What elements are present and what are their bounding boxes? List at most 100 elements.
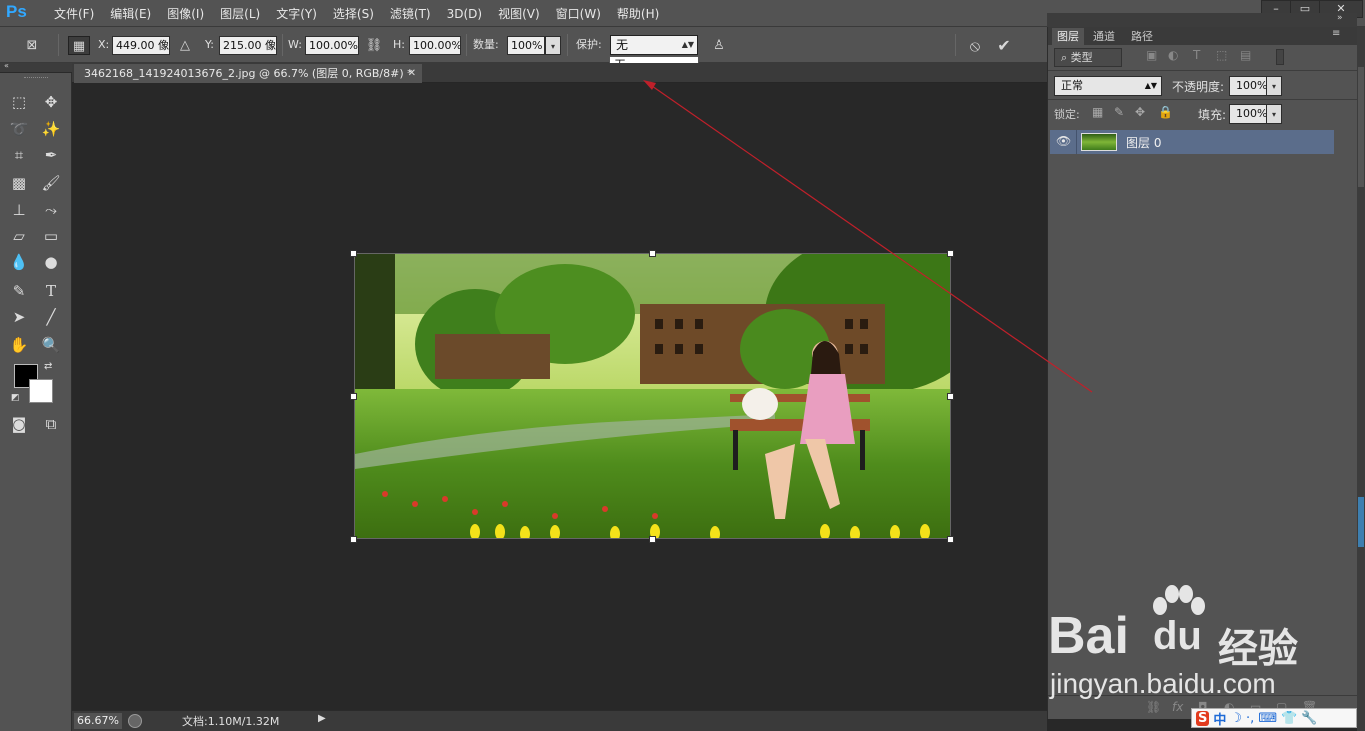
blur-tool-icon[interactable]: 💧: [8, 251, 30, 273]
opacity-field[interactable]: 100%: [1229, 76, 1267, 96]
background-color-swatch[interactable]: [29, 379, 53, 403]
width-field[interactable]: 100.00%: [305, 36, 359, 55]
path-selection-tool-icon[interactable]: ➤: [8, 306, 30, 328]
layer-name[interactable]: 图层 0: [1126, 134, 1161, 151]
tab-paths[interactable]: 路径: [1126, 28, 1158, 45]
lock-pixels-icon[interactable]: ✎: [1114, 105, 1124, 119]
lasso-tool-icon[interactable]: ➰: [8, 118, 30, 140]
brush-tool-icon[interactable]: 🖌: [40, 172, 62, 194]
reference-point-grid-icon[interactable]: ▦: [68, 36, 90, 55]
magic-wand-tool-icon[interactable]: ✨: [40, 118, 62, 140]
quick-mask-icon[interactable]: ◙: [8, 413, 30, 435]
swap-colors-icon[interactable]: ⇄: [44, 361, 52, 372]
transform-handle-top-right[interactable]: [947, 250, 954, 257]
crop-tool-icon[interactable]: ⌗: [8, 144, 30, 166]
fill-dropdown-arrow-icon[interactable]: ▾: [1266, 104, 1282, 124]
panel-menu-icon[interactable]: ≡: [1332, 28, 1340, 39]
cancel-transform-icon[interactable]: ⦸: [964, 36, 986, 55]
tab-layers[interactable]: 图层: [1052, 28, 1084, 45]
transform-handle-middle-right[interactable]: [947, 393, 954, 400]
y-position-field[interactable]: 215.00 像: [219, 36, 277, 55]
ime-language-toggle[interactable]: 中: [1213, 709, 1226, 728]
pen-tool-icon[interactable]: ✎: [8, 280, 30, 302]
clone-stamp-tool-icon[interactable]: ⊥: [8, 199, 30, 221]
filter-shape-icon[interactable]: ⬚: [1216, 48, 1227, 62]
dodge-tool-icon[interactable]: ●: [40, 251, 62, 273]
dock-scrollbar[interactable]: [1358, 67, 1364, 187]
menu-layer[interactable]: 图层(L): [212, 5, 268, 22]
eyedropper-tool-icon[interactable]: ✒: [40, 144, 62, 166]
menu-file[interactable]: 文件(F): [46, 5, 102, 22]
marquee-tool-icon[interactable]: ⬚: [8, 91, 30, 113]
hand-tool-icon[interactable]: ✋: [8, 334, 30, 356]
line-tool-icon[interactable]: ╱: [40, 306, 62, 328]
puppet-warp-tool-icon[interactable]: ⊠: [20, 36, 44, 55]
menu-window[interactable]: 窗口(W): [548, 5, 609, 22]
amount-dropdown-arrow-icon[interactable]: ▾: [545, 36, 561, 55]
keyboard-icon[interactable]: ⌨: [1258, 711, 1277, 726]
transform-handle-bottom-right[interactable]: [947, 536, 954, 543]
menu-filter[interactable]: 滤镜(T): [382, 5, 439, 22]
layer-row[interactable]: 👁 图层 0: [1050, 130, 1334, 154]
menu-image[interactable]: 图像(I): [159, 5, 212, 22]
document-image[interactable]: [354, 253, 951, 539]
punctuation-icon[interactable]: ·,: [1246, 711, 1254, 726]
filter-kind-select[interactable]: ⌕ 类型: [1054, 48, 1122, 67]
fill-field[interactable]: 100%: [1229, 104, 1267, 124]
share-icon[interactable]: [128, 714, 142, 728]
tab-channels[interactable]: 通道: [1088, 28, 1120, 45]
skin-icon[interactable]: 👕: [1281, 711, 1297, 726]
document-tab[interactable]: 3462168_141924013676_2.jpg @ 66.7% (图层 0…: [74, 64, 422, 83]
lock-all-icon[interactable]: 🔒: [1158, 105, 1173, 119]
commit-transform-icon[interactable]: ✔: [993, 36, 1015, 55]
lock-position-icon[interactable]: ✥: [1135, 105, 1145, 119]
zoom-level-field[interactable]: 66.67%: [74, 713, 122, 729]
amount-field[interactable]: 100%: [507, 36, 545, 55]
gradient-tool-icon[interactable]: ▭: [40, 225, 62, 247]
triangle-icon[interactable]: △: [176, 36, 194, 55]
filter-toggle[interactable]: [1276, 49, 1284, 65]
filter-adjustment-icon[interactable]: ◐: [1168, 48, 1178, 62]
eraser-tool-icon[interactable]: ▱: [8, 225, 30, 247]
menu-help[interactable]: 帮助(H): [609, 5, 667, 22]
blend-mode-select[interactable]: 正常 ▲▼: [1054, 76, 1162, 96]
protect-select[interactable]: 无 ▲▼: [610, 35, 698, 55]
menu-3d[interactable]: 3D(D): [439, 7, 490, 21]
default-colors-icon[interactable]: ◩: [11, 393, 20, 403]
toolbox-collapse-bar[interactable]: «: [0, 61, 72, 73]
visibility-eye-icon[interactable]: 👁: [1056, 134, 1071, 148]
close-icon[interactable]: ✕: [408, 64, 416, 83]
transform-handle-middle-left[interactable]: [350, 393, 357, 400]
move-tool-icon[interactable]: ✥: [40, 91, 62, 113]
half-width-moon-icon[interactable]: ☽: [1230, 711, 1242, 726]
settings-wrench-icon[interactable]: 🔧: [1301, 711, 1317, 726]
menu-edit[interactable]: 编辑(E): [102, 5, 159, 22]
filter-pixel-icon[interactable]: ▣: [1146, 48, 1157, 62]
type-tool-icon[interactable]: T: [40, 280, 62, 302]
filter-type-icon[interactable]: T: [1193, 48, 1200, 62]
height-field[interactable]: 100.00%: [409, 36, 461, 55]
screen-mode-icon[interactable]: ⧉: [40, 413, 62, 435]
link-icon[interactable]: ⛓: [365, 36, 383, 55]
menu-select[interactable]: 选择(S): [325, 5, 382, 22]
filter-smart-object-icon[interactable]: ▤: [1240, 48, 1251, 62]
zoom-tool-icon[interactable]: 🔍: [40, 334, 62, 356]
status-menu-arrow-icon[interactable]: ▶: [318, 713, 326, 724]
transform-handle-bottom-center[interactable]: [649, 536, 656, 543]
toolbox-grip[interactable]: [24, 77, 48, 80]
transform-handle-top-left[interactable]: [350, 250, 357, 257]
collapse-panel-icon[interactable]: »: [1337, 13, 1343, 23]
opacity-dropdown-arrow-icon[interactable]: ▾: [1266, 76, 1282, 96]
history-brush-tool-icon[interactable]: ⤳: [40, 199, 62, 221]
dock-handle[interactable]: [1358, 497, 1364, 547]
sogou-logo-icon[interactable]: S: [1196, 710, 1210, 726]
x-position-field[interactable]: 449.00 像: [112, 36, 170, 55]
menu-view[interactable]: 视图(V): [490, 5, 548, 22]
healing-brush-tool-icon[interactable]: ▩: [8, 172, 30, 194]
transform-handle-top-center[interactable]: [649, 250, 656, 257]
menu-type[interactable]: 文字(Y): [268, 5, 325, 22]
transform-handle-bottom-left[interactable]: [350, 536, 357, 543]
lock-transparency-icon[interactable]: ▦: [1092, 105, 1103, 119]
double-chevron-icon[interactable]: «: [4, 61, 9, 70]
person-icon[interactable]: ♙: [710, 36, 728, 55]
